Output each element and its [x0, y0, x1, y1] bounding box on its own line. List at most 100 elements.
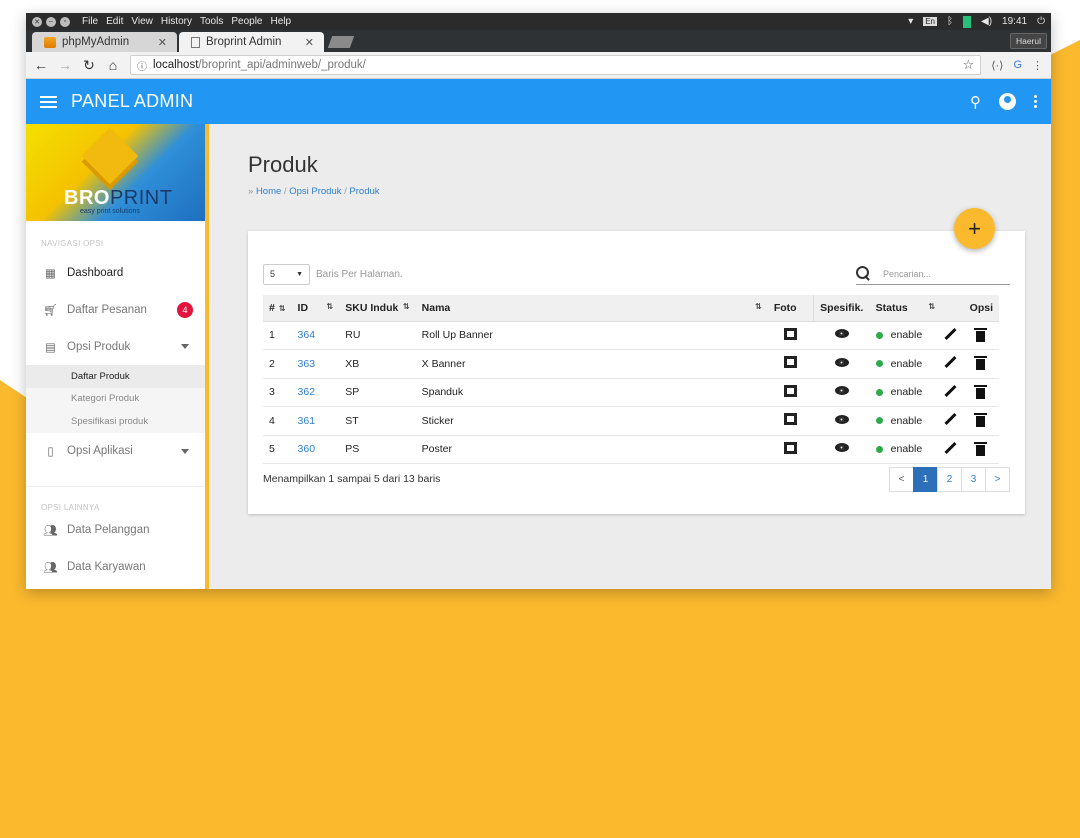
column-header-number[interactable]: # ⇅ — [263, 295, 292, 322]
pagination-page-3[interactable]: 3 — [961, 466, 986, 492]
sidebar: BROPRINT easy print solutions NAVIGASI O… — [26, 124, 209, 589]
photo-library-icon[interactable] — [784, 356, 798, 369]
sidebar-item-data-karyawan[interactable]: 👥︎ Data Karyawan — [26, 549, 205, 586]
extension-icon[interactable]: ⟨·⟩ — [991, 59, 1003, 72]
menu-help[interactable]: Help — [270, 16, 291, 27]
sort-icon: ⇅ — [278, 303, 286, 313]
cell-foto — [767, 321, 814, 350]
cell-id-link[interactable]: 364 — [291, 321, 340, 350]
tab-close-icon[interactable]: ✕ — [158, 36, 167, 49]
bookmark-star-icon[interactable]: ☆ — [963, 57, 975, 73]
window-minimize-button[interactable]: – — [46, 16, 56, 27]
menu-edit[interactable]: Edit — [106, 16, 123, 27]
menu-people[interactable]: People — [231, 16, 262, 27]
bluetooth-icon[interactable]: ᛒ — [947, 16, 953, 27]
column-header-nama[interactable]: Nama ⇅ — [415, 295, 768, 322]
view-icon[interactable] — [834, 443, 849, 453]
account-icon[interactable] — [999, 93, 1016, 110]
menu-file[interactable]: File — [82, 16, 98, 27]
delete-icon[interactable] — [974, 327, 987, 342]
pagination-page-2[interactable]: 2 — [937, 466, 962, 492]
delete-icon[interactable] — [974, 356, 987, 371]
sidebar-item-dashboard[interactable]: ▦ Dashboard — [26, 254, 205, 291]
search-field — [856, 263, 1010, 285]
url-host: localhost — [153, 59, 199, 71]
app-settings-icon: ▯ — [47, 446, 54, 458]
add-product-button[interactable]: + — [954, 208, 995, 249]
delete-icon[interactable] — [974, 384, 987, 399]
menu-view[interactable]: View — [131, 16, 153, 27]
url-input[interactable]: ⓘ localhost/broprint_api/adminweb/_produ… — [130, 55, 982, 75]
menu-toggle-icon[interactable] — [40, 95, 57, 108]
profile-button[interactable]: Haerul — [1009, 33, 1047, 49]
tab-close-icon[interactable]: ✕ — [305, 36, 314, 49]
column-header-sku[interactable]: SKU Induk ⇅ — [339, 295, 416, 322]
tab-phpmyadmin[interactable]: phpMyAdmin ✕ — [32, 32, 177, 52]
keyboard-layout[interactable]: En — [923, 17, 938, 26]
delete-icon[interactable] — [974, 413, 987, 428]
sidebar-subitem-kategori-produk[interactable]: Kategori Produk — [26, 388, 205, 411]
edit-icon[interactable] — [944, 327, 957, 340]
search-input[interactable] — [883, 268, 1003, 279]
sidebar-item-opsi-aplikasi[interactable]: ▯ Opsi Aplikasi — [26, 433, 205, 470]
breadcrumb-produk[interactable]: Produk — [349, 186, 379, 197]
tab-label: Broprint Admin — [206, 36, 282, 48]
cell-id-link[interactable]: 363 — [291, 349, 340, 379]
home-icon[interactable]: ⌂ — [106, 57, 120, 73]
cell-id-link[interactable]: 362 — [291, 378, 340, 407]
search-icon[interactable]: ⚲ — [970, 93, 981, 111]
sidebar-item-opsi-produk[interactable]: ▤ Opsi Produk — [26, 328, 205, 365]
window-maximize-button[interactable]: ▫ — [60, 16, 70, 27]
forward-icon[interactable]: → — [58, 57, 72, 73]
power-icon[interactable]: ⏻ — [1037, 16, 1045, 27]
photo-library-icon[interactable] — [784, 413, 798, 426]
column-header-id[interactable]: ID ⇅ — [291, 295, 340, 322]
view-icon[interactable] — [834, 414, 849, 424]
window-close-button[interactable]: ✕ — [32, 16, 42, 27]
menu-tools[interactable]: Tools — [200, 16, 223, 27]
sidebar-item-label: Dashboard — [67, 266, 124, 279]
browser-menu-icon[interactable]: ⋮ — [1032, 59, 1043, 72]
battery-icon[interactable] — [963, 15, 972, 28]
dashboard-icon: ▦ — [45, 267, 56, 280]
breadcrumb-home[interactable]: Home — [256, 186, 281, 197]
tab-label: phpMyAdmin — [62, 36, 130, 48]
sidebar-item-daftar-pesanan[interactable]: 🛒︎ Daftar Pesanan 4 — [26, 291, 205, 328]
pagination-page-1[interactable]: 1 — [913, 466, 938, 492]
sidebar-subitem-daftar-produk[interactable]: Daftar Produk — [26, 365, 205, 388]
photo-library-icon[interactable] — [784, 384, 798, 397]
cell-number: 5 — [263, 435, 292, 464]
menu-history[interactable]: History — [161, 16, 192, 27]
cell-id-link[interactable]: 360 — [291, 435, 340, 464]
translate-icon[interactable]: G — [1013, 59, 1022, 71]
sidebar-item-data-pelanggan[interactable]: 👥︎ Data Pelanggan — [26, 512, 205, 549]
cell-status: enable — [869, 321, 942, 350]
reload-icon[interactable]: ↻ — [82, 57, 96, 74]
column-header-status[interactable]: Status ⇅ — [869, 295, 942, 322]
status-dot-icon — [875, 331, 883, 339]
photo-library-icon[interactable] — [784, 327, 798, 340]
more-options-icon[interactable] — [1034, 95, 1037, 108]
breadcrumb-opsi-produk[interactable]: Opsi Produk — [289, 186, 341, 197]
new-tab-button[interactable] — [327, 36, 355, 48]
view-icon[interactable] — [834, 357, 849, 367]
photo-library-icon[interactable] — [784, 441, 798, 454]
view-icon[interactable] — [834, 386, 849, 396]
edit-icon[interactable] — [944, 356, 957, 369]
edit-icon[interactable] — [944, 384, 957, 397]
volume-icon[interactable]: ◀) — [981, 16, 992, 27]
view-icon[interactable] — [834, 329, 849, 339]
edit-icon[interactable] — [944, 413, 957, 426]
pagination-prev[interactable]: < — [889, 466, 914, 492]
back-icon[interactable]: ← — [34, 57, 48, 73]
clock[interactable]: 19:41 — [1002, 16, 1027, 27]
cell-id-link[interactable]: 361 — [291, 406, 340, 436]
edit-icon[interactable] — [944, 441, 957, 454]
pagination-next[interactable]: > — [985, 466, 1010, 492]
tab-broprint-admin[interactable]: Broprint Admin ✕ — [179, 32, 324, 52]
delete-icon[interactable] — [974, 441, 987, 456]
rows-per-page-select[interactable]: 5 ▼ — [263, 263, 310, 285]
info-icon[interactable]: ⓘ — [137, 58, 147, 73]
sidebar-subitem-spesifikasi-produk[interactable]: Spesifikasi produk — [26, 410, 205, 433]
wifi-icon[interactable]: ▾ — [908, 16, 913, 27]
